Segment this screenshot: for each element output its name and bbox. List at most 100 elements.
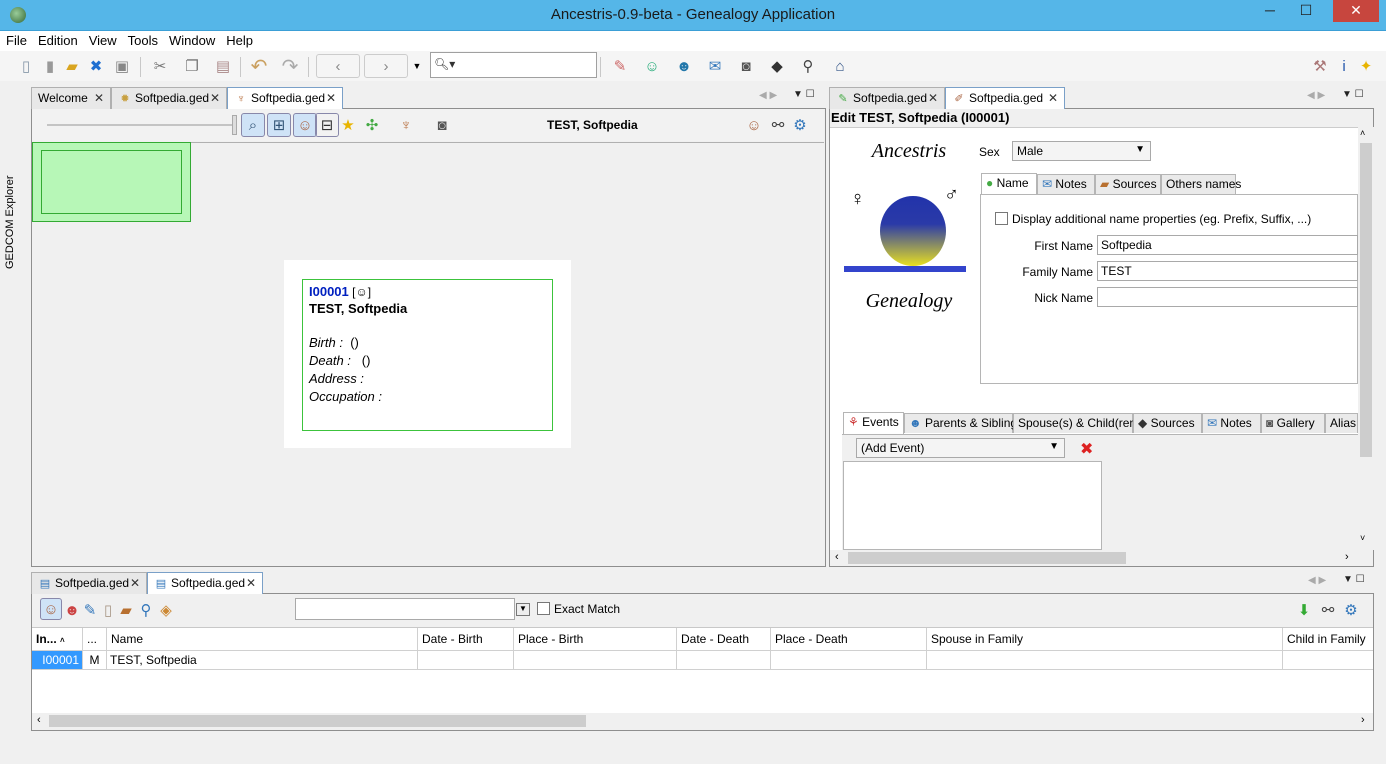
fold-icon[interactable]: ✣: [360, 113, 384, 137]
cell-place-death[interactable]: [771, 651, 927, 669]
list-scrollbar-h[interactable]: ‹ ›: [32, 713, 1373, 729]
column-header-id[interactable]: In... ˄: [32, 628, 83, 650]
undo-icon[interactable]: ↶: [247, 54, 271, 78]
add-submitter-icon[interactable]: ⌂: [828, 54, 852, 78]
cell-date-birth[interactable]: [418, 651, 514, 669]
sources-filter-icon[interactable]: ▰: [116, 598, 136, 622]
cell-date-death[interactable]: [677, 651, 771, 669]
add-repository-icon[interactable]: ⚲: [796, 54, 820, 78]
forward-icon[interactable]: ›: [364, 54, 408, 78]
individual-card[interactable]: I00001 [☺] TEST, Softpedia Birth : () De…: [302, 279, 553, 431]
close-icon[interactable]: ✕: [1048, 91, 1058, 105]
tab-name[interactable]: ● Name: [981, 173, 1037, 194]
close-icon[interactable]: ✕: [326, 91, 336, 105]
close-icon[interactable]: ✕: [94, 91, 104, 105]
settings-gear-icon[interactable]: ⚙: [1339, 598, 1363, 622]
display-additional-row[interactable]: Display additional name properties (eg. …: [995, 212, 1311, 226]
link-icon[interactable]: ⚯: [1316, 598, 1340, 622]
scroll-left-icon[interactable]: ‹: [37, 714, 41, 726]
individuals-filter-icon[interactable]: ☺: [40, 598, 62, 620]
tab-list-softpedia-ged-2[interactable]: ▤ Softpedia.ged ✕: [147, 572, 263, 594]
scroll-down-icon[interactable]: ˅: [1360, 533, 1365, 543]
cell-name[interactable]: TEST, Softpedia: [107, 651, 418, 669]
settings-gear-icon[interactable]: ⚙: [788, 113, 812, 137]
add-family-icon[interactable]: ☻: [672, 54, 696, 78]
tip-bulb-icon[interactable]: ✦: [1354, 54, 1378, 78]
repositories-filter-icon[interactable]: ⚲: [136, 598, 156, 622]
add-event-select[interactable]: (Add Event) ▼: [856, 438, 1065, 458]
minimize-button[interactable]: ─: [1253, 0, 1287, 22]
cell-place-birth[interactable]: [514, 651, 677, 669]
submitters-filter-icon[interactable]: ◈: [156, 598, 176, 622]
close-icon[interactable]: ✕: [210, 91, 220, 105]
tab-nav-arrows[interactable]: ◀ ▶: [1308, 575, 1326, 586]
gedcom-explorer-tab[interactable]: GEDCOM Explorer: [4, 175, 16, 269]
column-header-name[interactable]: Name: [107, 628, 418, 650]
link-icon[interactable]: ⚯: [766, 113, 790, 137]
bookmark-star-icon[interactable]: ★: [336, 113, 360, 137]
redo-icon[interactable]: ↷: [278, 54, 302, 78]
edit-scrollbar-v[interactable]: ˄ ˅: [1358, 127, 1374, 550]
exact-match-row[interactable]: Exact Match: [537, 602, 620, 616]
exact-match-checkbox[interactable]: [537, 602, 550, 615]
save-icon[interactable]: ▣: [110, 54, 134, 78]
tab-others-names[interactable]: Others names: [1161, 174, 1241, 194]
zoom-slider[interactable]: [47, 124, 235, 126]
close-button[interactable]: ✕: [1333, 0, 1379, 22]
menu-window[interactable]: Window: [163, 31, 220, 48]
menu-tools[interactable]: Tools: [122, 31, 163, 48]
cell-id[interactable]: I00001: [32, 651, 83, 669]
maximize-button[interactable]: ☐: [1289, 0, 1323, 22]
menu-file[interactable]: File: [0, 31, 32, 48]
edit-scrollbar-h[interactable]: ‹ ›: [830, 550, 1358, 566]
close-icon[interactable]: ✕: [246, 576, 256, 590]
scroll-thumb[interactable]: [49, 715, 586, 727]
zoom-fit-icon[interactable]: ⌕: [241, 113, 265, 137]
minimap-viewport[interactable]: [41, 150, 182, 214]
tab-list-softpedia-ged-1[interactable]: ▤ Softpedia.ged ✕: [31, 572, 147, 594]
paste-icon[interactable]: ▤: [211, 54, 235, 78]
column-header-place-birth[interactable]: Place - Birth: [514, 628, 677, 650]
download-icon[interactable]: ⬇: [1292, 598, 1316, 622]
root-person-icon[interactable]: ☺: [293, 113, 317, 137]
tab-nav-arrows[interactable]: ◀ ▶: [759, 90, 777, 101]
close-icon[interactable]: ✕: [928, 91, 938, 105]
zoom-slider-handle[interactable]: [232, 115, 237, 135]
scroll-thumb[interactable]: [848, 552, 1126, 564]
scroll-thumb[interactable]: [1360, 143, 1372, 457]
column-header-sex[interactable]: ...: [83, 628, 107, 650]
tab-edit-softpedia-ged-1[interactable]: ✎ Softpedia.ged ✕: [829, 87, 945, 109]
info-icon[interactable]: i: [1332, 54, 1356, 78]
sex-select[interactable]: Male ▼: [1012, 141, 1151, 161]
tree-style-icon[interactable]: ♆: [394, 113, 418, 137]
first-name-field[interactable]: Softpedia: [1097, 235, 1358, 255]
scroll-right-icon[interactable]: ›: [1345, 551, 1349, 563]
tab-softpedia-ged-2[interactable]: ♆ Softpedia.ged ✕: [227, 87, 343, 109]
close-file-icon[interactable]: ✖: [84, 54, 108, 78]
tab-softpedia-ged-1[interactable]: ✹ Softpedia.ged ✕: [111, 87, 227, 109]
tab-menu-icon[interactable]: ▼ ☐: [1342, 89, 1364, 100]
tab-menu-icon[interactable]: ▼ ☐: [1343, 574, 1365, 585]
column-header-date-birth[interactable]: Date - Birth: [418, 628, 514, 650]
menu-edition[interactable]: Edition: [32, 31, 83, 48]
tab-menu-icon[interactable]: ▼ ☐: [793, 89, 815, 100]
list-filter-input[interactable]: [295, 598, 515, 620]
person-icon[interactable]: ☺: [742, 113, 766, 137]
display-additional-checkbox[interactable]: [995, 212, 1008, 225]
column-header-place-death[interactable]: Place - Death: [771, 628, 927, 650]
back-icon[interactable]: ‹: [316, 54, 360, 78]
column-header-date-death[interactable]: Date - Death: [677, 628, 771, 650]
menu-help[interactable]: Help: [220, 31, 258, 48]
families-filter-icon[interactable]: ☻: [62, 598, 82, 622]
scroll-up-icon[interactable]: ˄: [1360, 128, 1365, 138]
edit-gedcom-icon[interactable]: ✎: [608, 54, 632, 78]
tree-layout-icon[interactable]: ⊞: [267, 113, 291, 137]
events-list[interactable]: [843, 461, 1102, 550]
tab-nav-arrows[interactable]: ◀ ▶: [1307, 90, 1325, 101]
tools-icon[interactable]: ⚒: [1308, 54, 1332, 78]
cell-spouse[interactable]: [927, 651, 1283, 669]
add-individual-icon[interactable]: ☺: [640, 54, 664, 78]
cut-icon[interactable]: ✂: [148, 54, 172, 78]
delete-event-icon[interactable]: ✖: [1080, 439, 1093, 459]
new-file-icon[interactable]: ▯: [14, 54, 38, 78]
